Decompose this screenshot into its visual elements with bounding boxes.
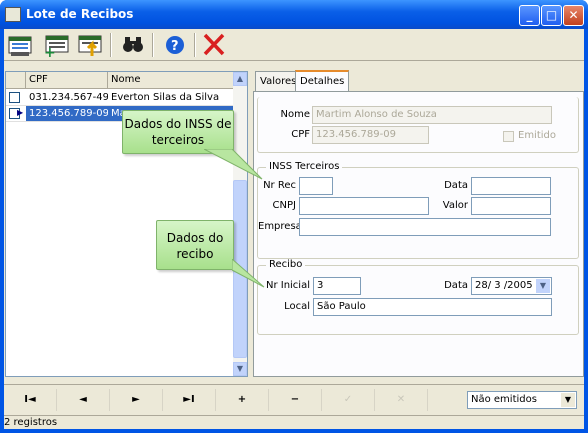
minimize-button[interactable]: _ [519, 5, 540, 26]
empresa-field[interactable] [299, 218, 551, 236]
toolbar-separator [152, 33, 154, 57]
current-row-indicator-icon: ▶ [17, 108, 24, 117]
recibo-group: Recibo Nr Inicial 3 Data 28/ 3 /2005 ▼ L… [257, 259, 579, 335]
local-field[interactable]: São Paulo [313, 298, 552, 316]
valor-field[interactable] [471, 197, 551, 215]
cpf-field[interactable]: 123.456.789-09 [312, 126, 429, 144]
filter-select-value: Não emitidos [471, 394, 537, 405]
grid-scrollbar[interactable]: ▲ ▼ [233, 72, 247, 376]
help-icon[interactable]: ? [160, 32, 190, 58]
next-record-button[interactable]: ► [110, 389, 163, 411]
person-group: Nome Martim Alonso de Souza CPF 123.456.… [257, 97, 579, 153]
cell-cpf: 123.456.789-09 [26, 106, 108, 121]
inss-group-title: INSS Terceiros [266, 161, 343, 172]
maximize-button[interactable]: □ [541, 5, 562, 26]
callout-recibo: Dados do recibo [156, 220, 234, 270]
nome-label: Nome [280, 109, 311, 120]
post-record-button[interactable]: ✓ [322, 389, 375, 411]
toolbar-separator [194, 33, 196, 57]
nrrec-field[interactable] [299, 177, 333, 195]
valor-label: Valor [442, 200, 468, 211]
navigator: I◄ ◄ ► ►I + − ✓ ✕ Não emitidos ▼ [4, 384, 584, 413]
table-row[interactable]: 031.234.567-49 Everton Silas da Silva [6, 90, 234, 106]
last-record-button[interactable]: ►I [163, 389, 216, 411]
filter-select[interactable]: Não emitidos ▼ [467, 391, 577, 409]
prior-record-button[interactable]: ◄ [57, 389, 110, 411]
cnpj-label: CNPJ [272, 200, 296, 211]
add-receipt-icon[interactable]: + [42, 32, 72, 61]
print-icon[interactable] [6, 32, 36, 58]
chevron-down-icon[interactable]: ▼ [561, 393, 575, 407]
empresa-label: Empresa [258, 221, 302, 232]
nome-field[interactable]: Martim Alonso de Souza [312, 106, 552, 124]
row-checkbox[interactable] [9, 92, 20, 103]
app-icon [5, 7, 21, 22]
main-window: Lote de Recibos _ □ ✕ + ? CPF Nome 031.2… [0, 0, 588, 433]
toolbar-separator [110, 33, 112, 57]
scroll-up-icon[interactable]: ▲ [233, 72, 247, 86]
callout-recibo-pointer [232, 259, 265, 288]
callout-inss: Dados do INSS de terceiros [122, 110, 234, 154]
grid-indicator-header [6, 72, 26, 89]
status-bar: 2 registros [4, 415, 584, 429]
record-count: 2 registros [4, 417, 58, 428]
client-area: + ? CPF Nome 031.234.567-49 Everton Sila… [4, 29, 584, 429]
tab-detalhes[interactable]: Detalhes [295, 70, 350, 92]
cnpj-field[interactable] [299, 197, 429, 215]
nrinicial-field[interactable]: 3 [313, 277, 361, 295]
column-header-cpf[interactable]: CPF [26, 72, 108, 89]
cell-nome: Everton Silas da Silva [111, 92, 220, 103]
tab-control: Valores Detalhes Nome Martim Alonso de S… [253, 70, 584, 377]
scroll-down-icon[interactable]: ▼ [233, 362, 247, 376]
first-record-button[interactable]: I◄ [4, 389, 57, 411]
emitido-label: Emitido [518, 130, 557, 141]
insert-record-button[interactable]: + [216, 389, 269, 411]
recibo-data-picker[interactable]: 28/ 3 /2005 ▼ [471, 277, 552, 295]
chevron-down-icon[interactable]: ▼ [536, 279, 550, 293]
cpf-label: CPF [291, 129, 310, 140]
tab-page-detalhes: Nome Martim Alonso de Souza CPF 123.456.… [253, 91, 584, 377]
recibo-data-value: 28/ 3 /2005 [475, 280, 533, 291]
toolbar: + ? [4, 29, 584, 61]
inss-data-field[interactable] [471, 177, 551, 195]
inss-group: INSS Terceiros Nr Rec Data CNPJ Valor Em… [257, 161, 579, 259]
binoculars-icon[interactable] [118, 32, 148, 58]
inss-data-label: Data [444, 180, 468, 191]
grid-header: CPF Nome [6, 72, 234, 89]
cell-cpf: 031.234.567-49 [29, 92, 108, 103]
callout-inss-pointer [204, 149, 263, 180]
title-bar[interactable]: Lote de Recibos _ □ ✕ [0, 0, 588, 29]
cancel-record-button[interactable]: ✕ [375, 389, 428, 411]
delete-record-button[interactable]: − [269, 389, 322, 411]
svg-text:?: ? [171, 39, 179, 54]
exit-icon[interactable] [200, 32, 230, 58]
close-button[interactable]: ✕ [563, 5, 584, 26]
window-title: Lote de Recibos [26, 7, 134, 21]
column-header-nome[interactable]: Nome [108, 72, 234, 89]
recibo-data-label: Data [444, 280, 468, 291]
emitido-checkbox[interactable] [503, 131, 514, 142]
svg-text:+: + [44, 45, 56, 58]
export-icon[interactable] [76, 32, 106, 58]
local-label: Local [284, 301, 310, 312]
